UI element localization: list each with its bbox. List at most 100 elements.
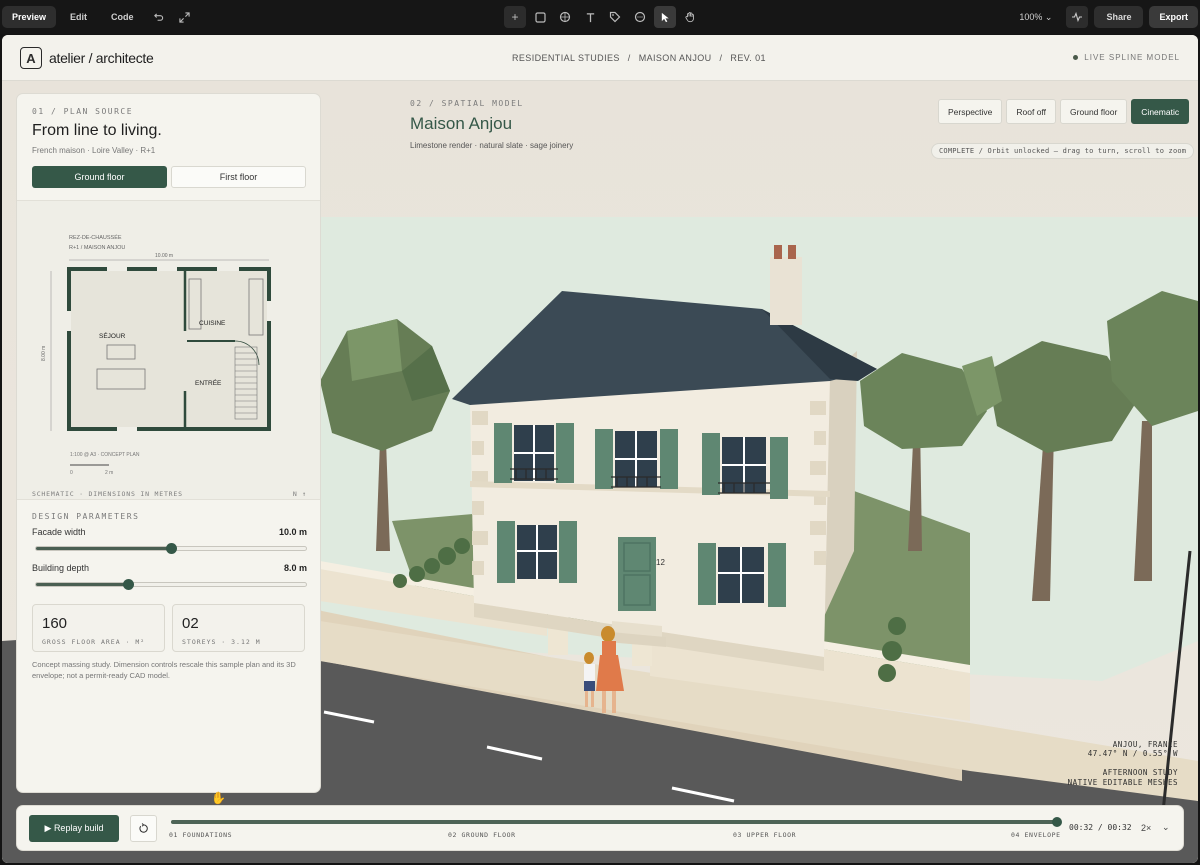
room-label-cuisine: CUISINE	[199, 320, 226, 327]
model-title: Maison Anjou	[410, 114, 513, 133]
phase-upper-floor[interactable]: 03 UPPER FLOOR	[733, 831, 796, 839]
expand-icon[interactable]	[174, 6, 196, 28]
building-depth-row: Building depth 8.0 m	[32, 563, 307, 573]
breadcrumb-revision: REV. 01	[730, 53, 766, 63]
breadcrumb-separator: /	[719, 53, 723, 63]
plan-header-2: R+1 / MAISON ANJOU	[69, 245, 125, 251]
scale-end: 2 m	[105, 470, 113, 476]
square-icon[interactable]	[529, 6, 551, 28]
facade-width-label: Facade width	[32, 527, 86, 537]
reset-button[interactable]	[130, 815, 157, 842]
view-switcher: Perspective Roof off Ground floor Cinema…	[938, 99, 1190, 124]
floor-area-value: 160	[42, 615, 68, 632]
activity-icon[interactable]	[1066, 6, 1089, 28]
location-coordinates: 47.47° N / 0.55° W	[1087, 749, 1178, 759]
orbit-status: COMPLETE / Orbit unlocked — drag to turn…	[931, 143, 1195, 159]
live-label: LIVE SPLINE MODEL	[1084, 53, 1180, 62]
storeys-stat: 02 STOREYS · 3.12 M	[172, 604, 305, 652]
reset-icon	[139, 823, 148, 833]
building-depth-slider[interactable]	[35, 579, 307, 590]
disclaimer-note: Concept massing study. Dimension control…	[32, 660, 296, 680]
logo-mark[interactable]: A	[20, 47, 42, 69]
export-button[interactable]: Export	[1149, 6, 1198, 28]
view-ground-floor-button[interactable]: Ground floor	[1060, 99, 1128, 124]
component-icon[interactable]	[554, 6, 576, 28]
playback-speed[interactable]: 2×	[1141, 823, 1151, 833]
build-timeline: ▶ Replay build 01 FOUNDATIONS 02 GROUND …	[16, 805, 1184, 851]
live-status: LIVE SPLINE MODEL	[1073, 53, 1180, 62]
plan-footer: SCHEMATIC · DIMENSIONS IN METRES N ↑	[32, 490, 307, 498]
share-button[interactable]: Share	[1094, 6, 1144, 28]
facade-width-row: Facade width 10.0 m	[32, 527, 307, 537]
floor-area-label: GROSS FLOOR AREA · M²	[42, 638, 146, 646]
floor-plan: REZ-DE-CHAUSSÉE R+1 / MAISON ANJOU 10.00…	[17, 200, 320, 500]
site-header: A atelier / architecte RESIDENTIAL STUDI…	[2, 35, 1198, 81]
mesh-label: NATIVE EDITABLE MESHES	[1067, 777, 1178, 787]
first-floor-toggle[interactable]: First floor	[171, 166, 306, 188]
model-eyebrow: 02 / SPATIAL MODEL	[410, 99, 524, 108]
pointer-icon[interactable]	[654, 6, 676, 28]
playback-time: 00:32 / 00:32	[1069, 823, 1132, 832]
storeys-label: STOREYS · 3.12 M	[182, 638, 261, 646]
study-label: AFTERNOON STUDY	[1102, 768, 1178, 778]
room-label-sejour: SÉJOUR	[99, 331, 126, 340]
live-dot-icon	[1073, 55, 1079, 60]
chevron-down-icon: ⌄	[1044, 11, 1053, 22]
undo-icon[interactable]	[148, 6, 170, 28]
edit-tab[interactable]: Edit	[60, 6, 97, 28]
editor-toolbar: Preview Edit Code + 100% ⌄ Share Export	[0, 0, 1200, 34]
scale-start: 0	[70, 470, 73, 476]
breadcrumb: RESIDENTIAL STUDIES / MAISON ANJOU / REV…	[512, 53, 766, 63]
facade-width-value: 10.0 m	[278, 527, 307, 537]
phase-envelope[interactable]: 04 ENVELOPE	[1011, 831, 1061, 839]
model-subtitle: Limestone render · natural slate · sage …	[410, 141, 574, 150]
location-readout: ANJOU, FRANCE 47.47° N / 0.55° W AFTERNO…	[1068, 740, 1178, 787]
zoom-select[interactable]: 100% ⌄	[1011, 6, 1060, 28]
breadcrumb-section[interactable]: RESIDENTIAL STUDIES	[512, 53, 620, 63]
timeline-track[interactable]	[171, 817, 1062, 827]
slider-handle[interactable]	[166, 543, 177, 554]
phase-foundations[interactable]: 01 FOUNDATIONS	[169, 831, 232, 839]
view-perspective-button[interactable]: Perspective	[938, 99, 1003, 124]
plan-width-dimension: 10.00 m	[155, 253, 173, 259]
building-depth-label: Building depth	[32, 563, 90, 573]
plan-eyebrow: 01 / PLAN SOURCE	[32, 107, 134, 116]
text-icon[interactable]	[579, 6, 601, 28]
preview-tab[interactable]: Preview	[2, 6, 57, 28]
plan-panel: 01 / PLAN SOURCE From line to living. Fr…	[16, 93, 321, 793]
code-tab[interactable]: Code	[101, 6, 144, 28]
breadcrumb-project[interactable]: MAISON ANJOU	[639, 53, 712, 63]
facade-width-slider[interactable]	[35, 543, 307, 554]
slider-fill	[36, 547, 171, 550]
timeline-progress	[171, 820, 1057, 824]
comment-icon[interactable]	[629, 6, 651, 28]
location-name: ANJOU, FRANCE	[1112, 740, 1178, 749]
phase-ground-floor[interactable]: 02 GROUND FLOOR	[448, 831, 516, 839]
building-depth-value: 8.0 m	[283, 563, 307, 573]
plan-title: From line to living.	[32, 122, 162, 139]
house-number: 12	[656, 558, 665, 567]
ground-floor-toggle[interactable]: Ground floor	[32, 166, 167, 188]
replay-build-button[interactable]: ▶ Replay build	[29, 815, 119, 842]
brand-name[interactable]: atelier / architecte	[49, 50, 154, 66]
plan-depth-dimension: 8.00 m	[41, 346, 47, 361]
slider-fill	[36, 583, 128, 586]
plan-header-1: REZ-DE-CHAUSSÉE	[69, 234, 122, 241]
plan-subtitle: French maison · Loire Valley · R+1	[32, 146, 156, 155]
plan-scale-note: 1:100 @ A3 · CONCEPT PLAN	[70, 452, 140, 458]
plus-icon[interactable]: +	[504, 6, 526, 28]
hand-icon[interactable]	[679, 6, 701, 28]
chevron-down-icon[interactable]: ⌄	[1162, 822, 1170, 833]
storeys-value: 02	[182, 615, 199, 632]
slider-handle[interactable]	[122, 579, 134, 590]
breadcrumb-separator: /	[627, 53, 631, 63]
location-spacer	[1068, 759, 1178, 768]
timeline-scrubber[interactable]	[1052, 817, 1062, 827]
hand-cursor-icon: ✋	[211, 791, 226, 805]
view-roof-off-button[interactable]: Roof off	[1006, 99, 1057, 124]
tag-icon[interactable]	[604, 6, 626, 28]
floor-area-stat: 160 GROSS FLOOR AREA · M²	[32, 604, 165, 652]
view-cinematic-button[interactable]: Cinematic	[1131, 99, 1190, 124]
north-arrow-icon: N ↑	[292, 490, 307, 498]
params-eyebrow: DESIGN PARAMETERS	[32, 512, 140, 521]
